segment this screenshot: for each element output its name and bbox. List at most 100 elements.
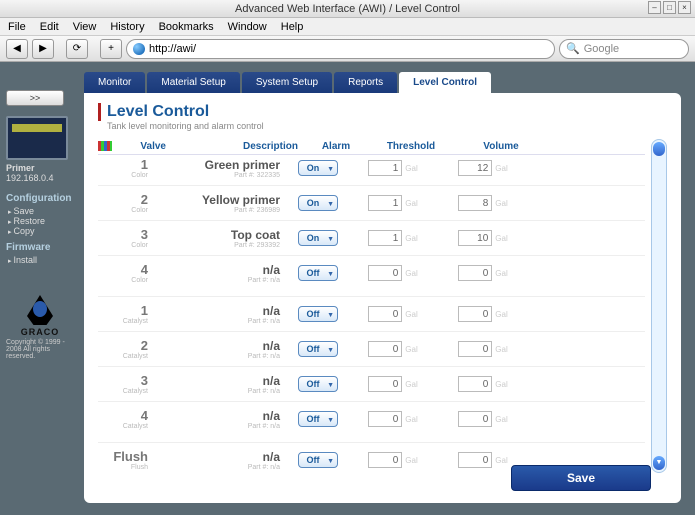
maximize-button[interactable]: □ xyxy=(663,1,676,14)
device-name: Primer xyxy=(6,163,35,173)
tab-reports[interactable]: Reports xyxy=(334,72,397,93)
volume-input[interactable] xyxy=(458,195,492,211)
header-volume: Volume xyxy=(456,141,546,152)
table-row: 4Colorn/aPart #: n/aOffGalGal xyxy=(98,260,645,286)
alarm-select[interactable]: On xyxy=(298,230,338,246)
config-heading: Configuration xyxy=(6,193,74,204)
unit-label: Gal xyxy=(495,199,507,208)
threshold-input[interactable] xyxy=(368,452,402,468)
valve-number: 1Catalyst xyxy=(98,303,148,325)
unit-label: Gal xyxy=(495,310,507,319)
threshold-input[interactable] xyxy=(368,411,402,427)
alarm-select[interactable]: Off xyxy=(298,265,338,281)
tab-level-control[interactable]: Level Control xyxy=(399,72,491,93)
save-button[interactable]: Save xyxy=(511,465,651,491)
menu-window[interactable]: Window xyxy=(228,18,267,35)
unit-label: Gal xyxy=(405,234,417,243)
alarm-select[interactable]: Off xyxy=(298,341,338,357)
threshold-input[interactable] xyxy=(368,230,402,246)
copyright: Copyright © 1999 - 2008 All rights reser… xyxy=(6,339,74,360)
menu-view[interactable]: View xyxy=(73,18,97,35)
menu-bookmarks[interactable]: Bookmarks xyxy=(159,18,214,35)
volume-input[interactable] xyxy=(458,411,492,427)
brand-logo: GRACO xyxy=(6,295,74,337)
forward-button[interactable]: ▶ xyxy=(32,39,54,59)
sidebar-dropdown[interactable]: >> xyxy=(6,90,64,106)
threshold-input[interactable] xyxy=(368,306,402,322)
table-row: 3ColorTop coatPart #: 293392OnGalGal xyxy=(98,225,645,251)
unit-label: Gal xyxy=(495,345,507,354)
tab-bar: Monitor Material Setup System Setup Repo… xyxy=(84,72,681,93)
valve-description: n/aPart #: n/a xyxy=(148,409,288,430)
alarm-select[interactable]: Off xyxy=(298,411,338,427)
threshold-input[interactable] xyxy=(368,265,402,281)
volume-input[interactable] xyxy=(458,306,492,322)
header-alarm: Alarm xyxy=(306,141,366,152)
header-threshold: Threshold xyxy=(366,141,456,152)
page-subtitle: Tank level monitoring and alarm control xyxy=(98,121,667,131)
window-title: Advanced Web Interface (AWI) / Level Con… xyxy=(235,3,460,15)
unit-label: Gal xyxy=(405,345,417,354)
firmware-heading: Firmware xyxy=(6,242,74,253)
scroll-down-icon[interactable]: ▼ xyxy=(653,456,665,470)
threshold-input[interactable] xyxy=(368,160,402,176)
alarm-select[interactable]: Off xyxy=(298,376,338,392)
volume-input[interactable] xyxy=(458,376,492,392)
volume-input[interactable] xyxy=(458,265,492,281)
menu-file[interactable]: File xyxy=(8,18,26,35)
page-title: Level Control xyxy=(98,103,667,121)
menu-help[interactable]: Help xyxy=(281,18,304,35)
main-panel: Level Control Tank level monitoring and … xyxy=(84,93,681,503)
sidebar-copy[interactable]: Copy xyxy=(8,226,74,236)
table-row: 2Catalystn/aPart #: n/a Off Gal Gal xyxy=(98,336,645,362)
unit-label: Gal xyxy=(405,199,417,208)
unit-label: Gal xyxy=(495,456,507,465)
unit-label: Gal xyxy=(405,269,417,278)
threshold-input[interactable] xyxy=(368,341,402,357)
menu-edit[interactable]: Edit xyxy=(40,18,59,35)
tab-system-setup[interactable]: System Setup xyxy=(242,72,332,93)
valve-number: 2Catalyst xyxy=(98,338,148,360)
url-bar[interactable]: http://awi/ xyxy=(126,39,555,59)
menubar: File Edit View History Bookmarks Window … xyxy=(0,18,695,36)
table-row: 2ColorYellow primerPart #: 236989OnGalGa… xyxy=(98,190,645,216)
volume-input[interactable] xyxy=(458,230,492,246)
tab-monitor[interactable]: Monitor xyxy=(84,72,145,93)
valve-description: Green primerPart #: 322335 xyxy=(148,158,288,179)
scrollbar[interactable]: ▼ xyxy=(651,139,667,473)
add-button[interactable]: + xyxy=(100,39,122,59)
volume-input[interactable] xyxy=(458,452,492,468)
header-description: Description xyxy=(166,141,306,152)
alarm-select[interactable]: On xyxy=(298,160,338,176)
alarm-select[interactable]: On xyxy=(298,195,338,211)
alarm-select[interactable]: Off xyxy=(298,452,338,468)
minimize-button[interactable]: – xyxy=(648,1,661,14)
sidebar-restore[interactable]: Restore xyxy=(8,216,74,226)
header-valve: Valve xyxy=(116,141,166,152)
reload-button[interactable]: ⟳ xyxy=(66,39,88,59)
back-button[interactable]: ◀ xyxy=(6,39,28,59)
valve-number: 4Color xyxy=(98,262,148,284)
sidebar-install[interactable]: Install xyxy=(8,255,74,265)
unit-label: Gal xyxy=(495,269,507,278)
volume-input[interactable] xyxy=(458,160,492,176)
menu-history[interactable]: History xyxy=(110,18,144,35)
device-thumbnail[interactable] xyxy=(6,116,68,160)
close-button[interactable]: × xyxy=(678,1,691,14)
valve-description: Yellow primerPart #: 236989 xyxy=(148,193,288,214)
alarm-select[interactable]: Off xyxy=(298,306,338,322)
tab-material-setup[interactable]: Material Setup xyxy=(147,72,239,93)
search-bar[interactable]: 🔍 Google xyxy=(559,39,689,59)
valve-number: 4Catalyst xyxy=(98,408,148,430)
valve-number: 1Color xyxy=(98,157,148,179)
valve-description: n/aPart #: n/a xyxy=(148,339,288,360)
scroll-thumb[interactable] xyxy=(653,142,665,156)
unit-label: Gal xyxy=(405,415,417,424)
valve-number: FlushFlush xyxy=(98,449,148,471)
unit-label: Gal xyxy=(495,415,507,424)
threshold-input[interactable] xyxy=(368,195,402,211)
device-ip: 192.168.0.4 xyxy=(6,173,74,183)
threshold-input[interactable] xyxy=(368,376,402,392)
sidebar-save[interactable]: Save xyxy=(8,206,74,216)
volume-input[interactable] xyxy=(458,341,492,357)
